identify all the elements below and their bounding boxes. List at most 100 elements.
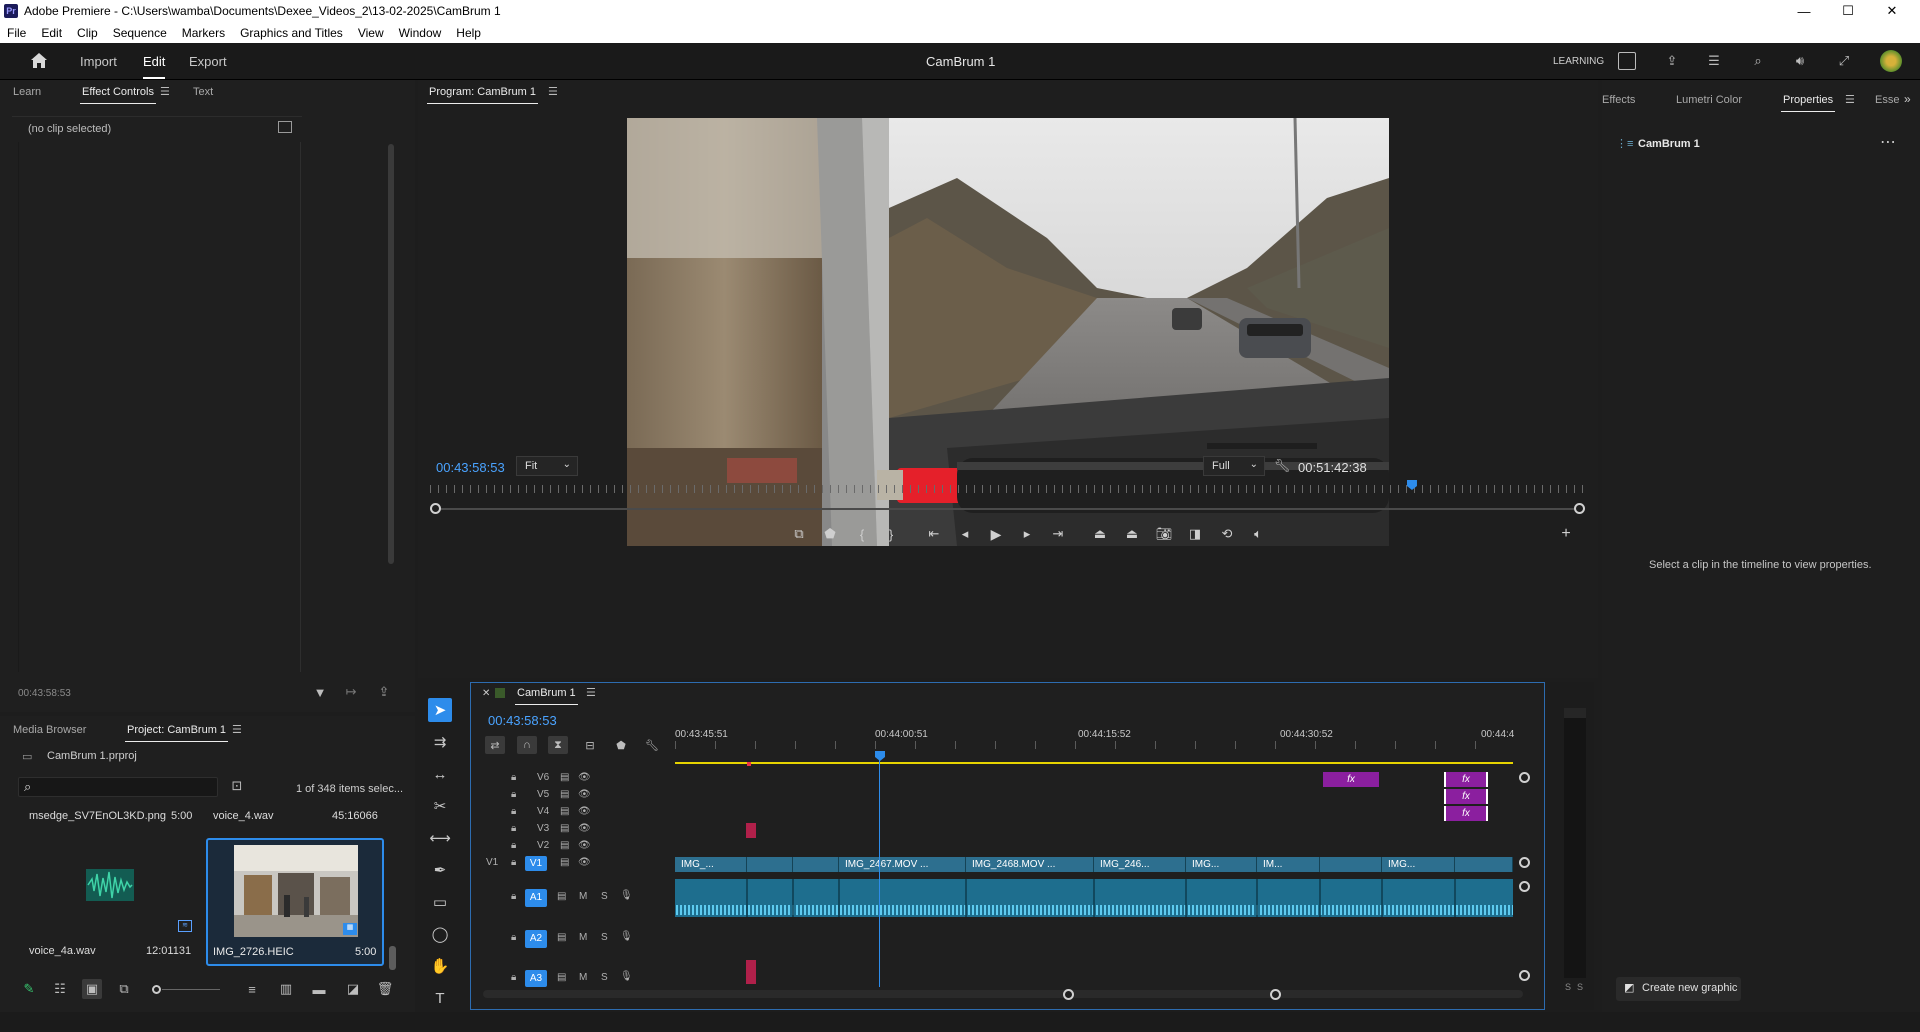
- meter-solo-label[interactable]: S: [1565, 982, 1571, 992]
- automate-to-sequence-icon[interactable]: ▥: [278, 981, 294, 997]
- list-menu-icon[interactable]: ☰: [1704, 51, 1724, 71]
- track-target-a1[interactable]: A1: [525, 889, 547, 907]
- menu-markers[interactable]: Markers: [175, 26, 233, 40]
- ripple-edit-tool-icon[interactable]: ↔: [428, 762, 452, 786]
- video-clip[interactable]: IM...: [1257, 857, 1320, 872]
- eye-icon[interactable]: 👁︎: [578, 806, 591, 817]
- create-new-graphic-button[interactable]: ◩ Create new graphic: [1616, 977, 1741, 1001]
- slip-tool-icon[interactable]: ⟷: [428, 826, 452, 850]
- lock-icon[interactable]: 🔒︎: [511, 972, 516, 983]
- sync-lock-icon[interactable]: ▤: [557, 891, 566, 902]
- panel-menu-icon[interactable]: ☰: [586, 686, 596, 699]
- go-to-out-icon[interactable]: ⇥: [1048, 524, 1068, 544]
- tab-lumetri-color[interactable]: Lumetri Color: [1676, 94, 1742, 106]
- menu-view[interactable]: View: [351, 26, 392, 40]
- go-to-in-icon[interactable]: ⇤: [924, 524, 944, 544]
- sync-lock-icon[interactable]: ▤: [557, 932, 566, 943]
- sort-icon[interactable]: ≡: [244, 981, 260, 997]
- linked-selection-icon[interactable]: ⧗: [548, 736, 568, 754]
- more-options-icon[interactable]: ⋯: [1880, 132, 1896, 152]
- tab-properties[interactable]: Properties: [1780, 94, 1836, 112]
- video-clip[interactable]: IMG...: [1186, 857, 1257, 872]
- loop-icon[interactable]: ⟲: [1217, 524, 1237, 544]
- play-icon[interactable]: ▶: [986, 524, 1006, 544]
- track-select-tool-icon[interactable]: ⇉: [428, 730, 452, 754]
- tab-media-browser[interactable]: Media Browser: [13, 724, 86, 736]
- volume-icon[interactable]: 🔊︎: [1790, 51, 1810, 71]
- video-clip[interactable]: IMG_2467.MOV ...: [839, 857, 966, 872]
- eye-icon[interactable]: 👁︎: [578, 840, 591, 851]
- play-audio-icon[interactable]: ↦: [343, 684, 359, 700]
- fx-clip[interactable]: fx: [1444, 789, 1488, 804]
- microphone-icon[interactable]: 🎙︎: [620, 890, 633, 901]
- markers-panel-icon[interactable]: ⧉: [789, 524, 809, 544]
- scroll-handle-left[interactable]: [430, 503, 441, 514]
- wrench-settings-icon[interactable]: 🔧︎: [1274, 458, 1291, 474]
- lock-icon[interactable]: 🔒︎: [511, 806, 516, 817]
- item-name[interactable]: voice_4a.wav: [29, 945, 96, 957]
- panel-menu-icon[interactable]: ☰: [548, 85, 558, 98]
- zoom-slider[interactable]: [162, 989, 220, 990]
- tab-effect-controls[interactable]: Effect Controls: [80, 86, 156, 104]
- type-tool-icon[interactable]: T: [428, 986, 452, 1010]
- nav-edit[interactable]: Edit: [143, 54, 166, 79]
- video-clip[interactable]: [1455, 857, 1513, 872]
- video-clip[interactable]: IMG...: [1382, 857, 1455, 872]
- video-clip[interactable]: IMG_2468.MOV ...: [966, 857, 1094, 872]
- scrollbar[interactable]: [389, 946, 396, 970]
- timeline-settings-icon[interactable]: 🔧︎: [642, 736, 662, 754]
- menu-help[interactable]: Help: [449, 26, 489, 40]
- lock-icon[interactable]: 🔒︎: [511, 932, 516, 943]
- video-clip[interactable]: IMG_...: [675, 857, 747, 872]
- tab-project[interactable]: Project: CamBrum 1: [124, 724, 229, 742]
- close-button[interactable]: ✕: [1870, 0, 1914, 22]
- freeform-view-icon[interactable]: ⧉: [116, 981, 132, 997]
- tab-essential[interactable]: Esse: [1875, 94, 1899, 106]
- rectangle-tool-icon[interactable]: ▭: [428, 890, 452, 914]
- razor-tool-icon[interactable]: ✂: [428, 794, 452, 818]
- add-button-icon[interactable]: +: [1556, 524, 1576, 544]
- lock-icon[interactable]: 🔒︎: [511, 857, 516, 868]
- solo-button[interactable]: S: [601, 932, 608, 943]
- lift-icon[interactable]: ⏏: [1090, 524, 1110, 544]
- workspace-panel-icon[interactable]: [1618, 52, 1636, 70]
- track-target-v1[interactable]: V1: [525, 856, 547, 871]
- mark-out-icon[interactable]: }: [881, 524, 901, 544]
- ellipse-tool-icon[interactable]: ◯: [428, 922, 452, 946]
- new-item-icon[interactable]: ◪: [345, 981, 361, 997]
- menu-graphics-titles[interactable]: Graphics and Titles: [233, 26, 351, 40]
- fx-clip[interactable]: fx: [1444, 772, 1488, 787]
- tab-sequence[interactable]: CamBrum 1: [515, 687, 578, 705]
- add-marker-icon[interactable]: ⬟: [820, 524, 840, 544]
- mute-button[interactable]: M: [579, 932, 587, 943]
- menu-sequence[interactable]: Sequence: [106, 26, 175, 40]
- item-name[interactable]: voice_4.wav: [213, 810, 274, 822]
- microphone-icon[interactable]: 🎙︎: [620, 931, 633, 942]
- tab-learn[interactable]: Learn: [13, 86, 41, 98]
- video-clip[interactable]: IMG_246...: [1094, 857, 1186, 872]
- home-icon[interactable]: [30, 52, 48, 69]
- video-clip[interactable]: [747, 857, 793, 872]
- timeline-playhead[interactable]: [875, 751, 885, 761]
- audio-track-a1-clips[interactable]: [675, 879, 1513, 917]
- menu-window[interactable]: Window: [392, 26, 450, 40]
- hscroll-handle-left[interactable]: [1063, 989, 1074, 1000]
- add-marker-icon[interactable]: ⬟: [611, 736, 631, 754]
- graphic-clip-v3[interactable]: [746, 823, 756, 838]
- new-bin-icon[interactable]: ▬: [311, 981, 327, 997]
- list-view-icon[interactable]: ☷: [52, 981, 68, 997]
- step-back-icon[interactable]: ◂: [955, 524, 975, 544]
- chevron-right-double-icon[interactable]: »: [1904, 92, 1911, 106]
- track-target-a3[interactable]: A3: [525, 970, 547, 987]
- search-sparkle-icon[interactable]: ⌕: [1748, 51, 1768, 71]
- zoom-scrollbar[interactable]: [430, 508, 1585, 510]
- trash-icon[interactable]: 🗑︎: [377, 981, 394, 997]
- mute-button[interactable]: M: [579, 891, 587, 902]
- scroll-handle-right[interactable]: [1574, 503, 1585, 514]
- a-scroll-handle[interactable]: [1519, 881, 1530, 892]
- lock-icon[interactable]: 🔒︎: [511, 789, 516, 800]
- icon-view-icon[interactable]: ▣: [82, 979, 102, 999]
- timeline-ruler[interactable]: 00:43:45:51 00:44:00:51 00:44:15:52 00:4…: [675, 725, 1537, 749]
- export-icon[interactable]: ⇪: [376, 684, 392, 700]
- video-clip[interactable]: [1320, 857, 1382, 872]
